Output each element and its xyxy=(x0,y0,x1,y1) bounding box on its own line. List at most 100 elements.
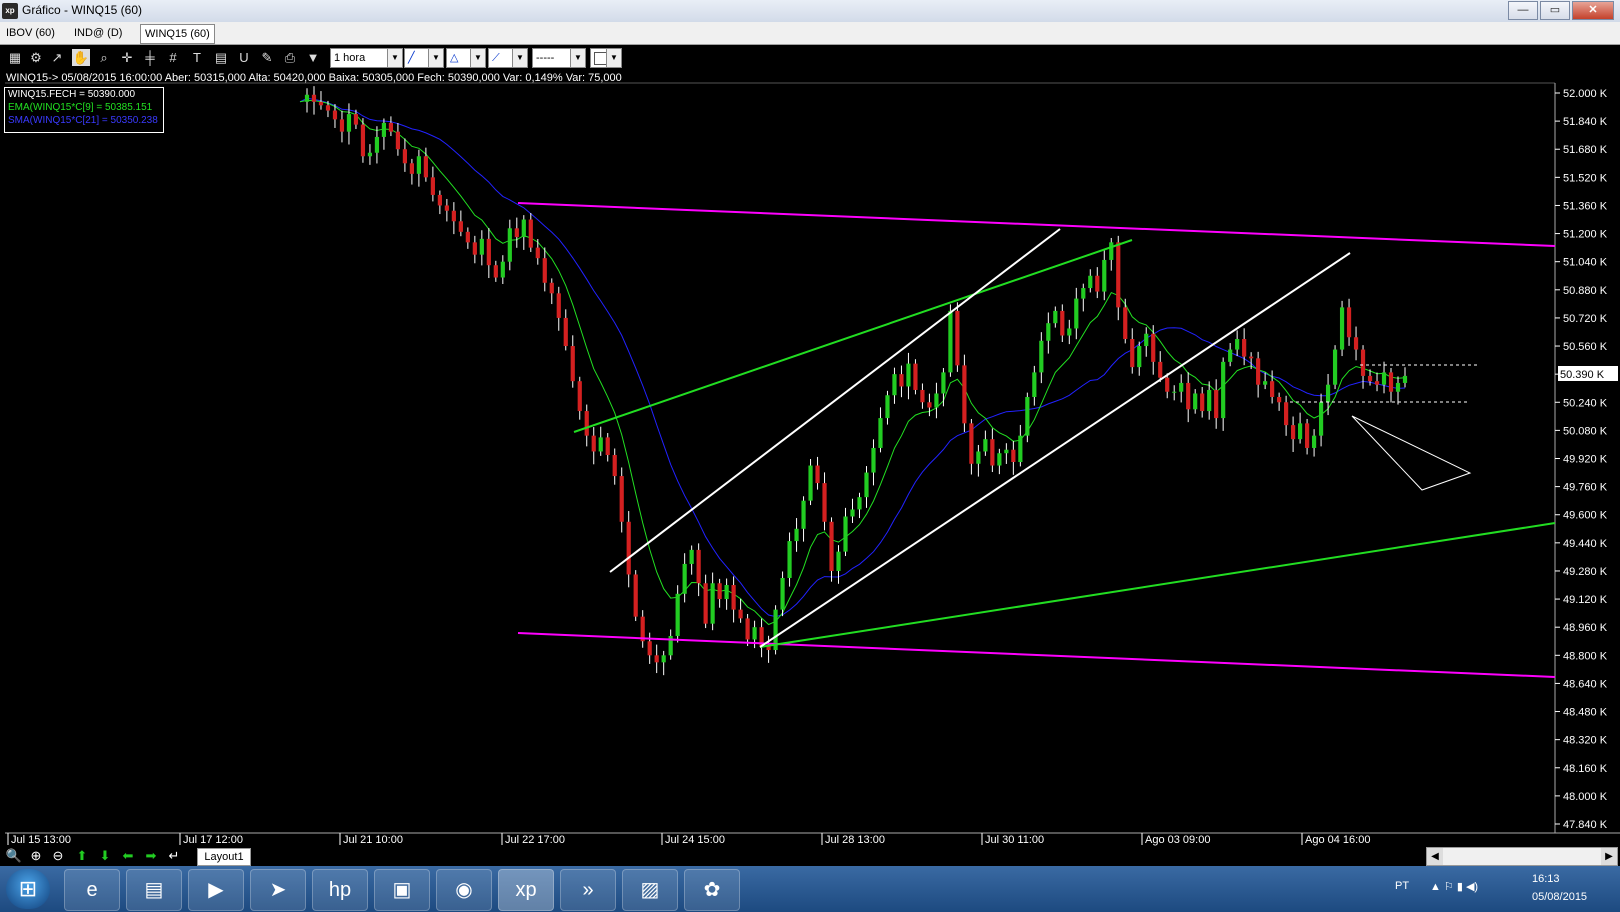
candle-down xyxy=(570,346,575,382)
candle-down xyxy=(423,156,428,178)
zoom-in-icon[interactable]: ⊕ xyxy=(26,847,46,864)
candle-down xyxy=(696,549,701,584)
arrow-left-icon[interactable]: ⬅ xyxy=(118,847,138,864)
x-tick-label: Jul 30 11:00 xyxy=(985,834,1044,846)
candle-down xyxy=(1270,381,1275,397)
ie-icon[interactable]: e xyxy=(64,869,120,911)
y-tick-label: 50.080 K xyxy=(1563,425,1608,437)
paint-icon[interactable]: ✿ xyxy=(684,869,740,911)
projection-triangle[interactable] xyxy=(1351,415,1472,491)
candle-down xyxy=(962,365,967,424)
candle-down xyxy=(444,205,449,211)
candle-up xyxy=(521,219,526,238)
chrome-icon[interactable]: ◉ xyxy=(436,869,492,911)
candle-down xyxy=(738,609,743,619)
candle-down xyxy=(1367,375,1373,382)
upper-resistance-trendline[interactable] xyxy=(517,202,1556,247)
candle-up xyxy=(661,655,666,663)
clock-date[interactable]: 05/08/2015 xyxy=(1532,891,1587,903)
green-lower-trendline[interactable] xyxy=(759,522,1556,648)
candle-down xyxy=(745,618,750,640)
candle-up xyxy=(1102,259,1107,292)
purple-app-icon[interactable]: » xyxy=(560,869,616,911)
candle-up xyxy=(1311,435,1317,448)
candle-down xyxy=(731,585,736,610)
candle-down xyxy=(829,521,834,571)
candle-down xyxy=(1374,381,1380,385)
xp-app-icon[interactable]: xp xyxy=(498,869,554,911)
candle-up xyxy=(682,563,687,594)
candle-up xyxy=(1263,381,1268,385)
candle-down xyxy=(969,423,974,464)
candle-down xyxy=(1291,425,1296,440)
y-tick-label: 48.160 K xyxy=(1563,763,1608,775)
media-player-icon[interactable]: ▶ xyxy=(188,869,244,911)
lower-support-trendline[interactable] xyxy=(517,632,1556,678)
candle-down xyxy=(549,282,554,294)
arrow-down-icon[interactable]: ⬇ xyxy=(95,847,115,864)
candle-down xyxy=(1095,275,1100,292)
trendline-drawings[interactable] xyxy=(517,202,1556,678)
candle-down xyxy=(822,483,827,522)
scroll-left-icon[interactable]: ◀ xyxy=(1427,848,1443,865)
candle-down xyxy=(402,149,408,164)
channel-upper-line[interactable] xyxy=(609,228,1061,573)
tray-icons[interactable]: ▲ ⚐ ▮ ◀) xyxy=(1430,880,1478,893)
candle-down xyxy=(458,221,463,232)
candle-up xyxy=(500,261,505,278)
candle-up xyxy=(675,593,680,636)
candle-down xyxy=(465,231,470,243)
candle-up xyxy=(1039,340,1044,373)
candle-up xyxy=(1088,275,1093,289)
ema-9-line xyxy=(299,99,1406,626)
y-tick-label: 51.680 K xyxy=(1563,144,1608,156)
zoom-reset-icon[interactable]: ⊖ xyxy=(48,847,68,864)
files-icon[interactable]: ▣ xyxy=(374,869,430,911)
candle-down xyxy=(556,293,561,318)
candle-up xyxy=(885,395,890,419)
candle-up xyxy=(1081,288,1086,299)
scroll-right-icon[interactable]: ▶ xyxy=(1601,848,1617,865)
picture-viewer-icon[interactable]: ▨ xyxy=(622,869,678,911)
x-tick-label: Ago 04 16:00 xyxy=(1305,834,1370,846)
candle-up xyxy=(1018,435,1023,463)
app-shortcut-icon[interactable]: ➤ xyxy=(250,869,306,911)
hp-icon[interactable]: hp xyxy=(312,869,368,911)
candle-down xyxy=(927,402,932,408)
candle-down xyxy=(913,363,918,390)
language-indicator[interactable]: PT xyxy=(1395,880,1409,892)
candle-up xyxy=(801,500,806,529)
candle-up xyxy=(941,372,946,394)
candle-down xyxy=(353,114,359,125)
candle-up xyxy=(304,94,310,102)
candle-down xyxy=(1186,382,1191,410)
candle-down xyxy=(514,228,519,238)
y-tick-label: 48.960 K xyxy=(1563,622,1608,634)
return-icon[interactable]: ↵ xyxy=(164,847,184,864)
candle-down xyxy=(1284,402,1289,426)
legend-ema: EMA(WINQ15*C[9] = 50385.151 xyxy=(8,102,153,113)
candle-up xyxy=(1137,346,1142,368)
start-button[interactable]: ⊞ xyxy=(6,869,50,909)
candle-up xyxy=(864,472,869,498)
zoom-out-icon[interactable]: 🔍 xyxy=(4,847,24,864)
candle-down xyxy=(1151,333,1156,362)
clock-time[interactable]: 16:13 xyxy=(1532,873,1560,885)
price-chart[interactable]: 52.000 K 51.840 K 51.680 K 51.520 K 51.360 K… xyxy=(0,0,1620,912)
candle-up xyxy=(1046,323,1051,341)
candle-up xyxy=(598,437,603,452)
candle-up xyxy=(1221,361,1226,419)
arrow-up-icon[interactable]: ⬆ xyxy=(72,847,92,864)
price-axis: 52.000 K 51.840 K 51.680 K 51.520 K 51.360 K… xyxy=(1555,88,1608,831)
candle-up xyxy=(1109,242,1114,260)
layout-tab[interactable]: Layout1 xyxy=(197,848,251,866)
x-tick-label: Jul 21 10:00 xyxy=(343,834,403,846)
horizontal-scrollbar[interactable]: ◀ ▶ xyxy=(1426,847,1618,866)
arrow-right-icon[interactable]: ➡ xyxy=(141,847,161,864)
explorer-folder-icon[interactable]: ▤ xyxy=(126,869,182,911)
candle-down xyxy=(451,210,456,222)
candle-down xyxy=(920,389,925,403)
candle-up xyxy=(752,627,757,640)
candle-down xyxy=(654,655,659,663)
y-tick-label: 48.000 K xyxy=(1563,791,1608,803)
